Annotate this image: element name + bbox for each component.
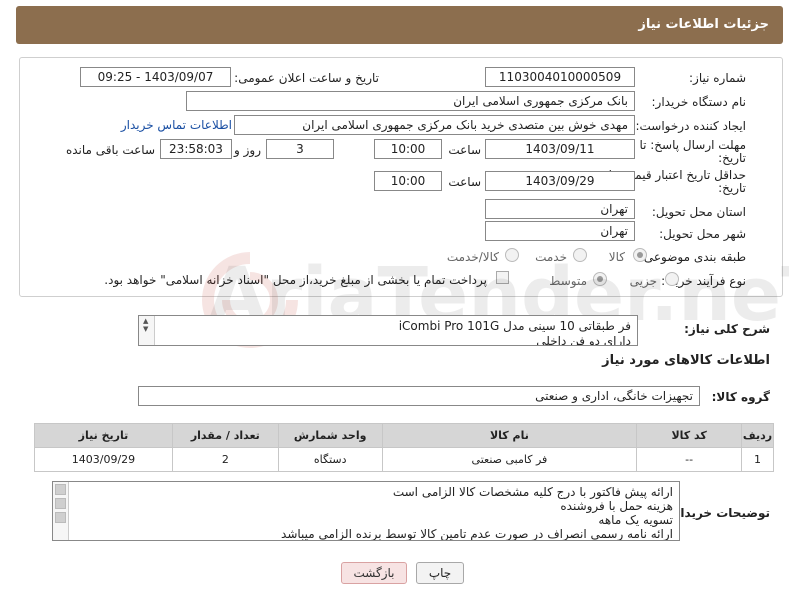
process-partial-radio[interactable] — [665, 272, 679, 286]
validity-time-field[interactable]: 10:00 — [374, 171, 442, 191]
requester-field[interactable]: مهدی خوش بین متصدی خرید بانک مرکزی جمهور… — [234, 115, 635, 135]
reply-deadline-label: مهلت ارسال پاسخ: تا — [639, 138, 746, 152]
city-label: شهر محل تحویل: — [659, 227, 746, 241]
description-label: شرح کلی نیاز: — [684, 322, 770, 336]
buyer-notes-line-2: هزینه حمل با فروشنده — [560, 499, 673, 513]
price-validity-date-label: تاریخ: — [718, 181, 746, 195]
cell-unit: دستگاه — [277, 447, 383, 472]
reply-date-field[interactable]: 1403/09/11 — [485, 139, 635, 159]
page-title: جزئیات اطلاعات نیاز — [638, 17, 769, 32]
cell-goods-name: فر کامبی صنعتی — [381, 447, 638, 472]
goods-table: ردیف کد کالا نام کالا واحد شمارش تعداد /… — [34, 423, 774, 472]
scroll-thumb[interactable] — [55, 498, 66, 509]
category-goods-service-label: کالا/خدمت — [446, 250, 499, 264]
col-goods-name: نام کالا — [381, 423, 638, 448]
time-remaining-field[interactable]: 23:58:03 — [160, 139, 232, 159]
province-label: استان محل تحویل: — [651, 205, 746, 219]
category-service-radio[interactable] — [573, 248, 587, 262]
category-service-label: خدمت — [535, 250, 567, 264]
reply-deadline-date-label: تاریخ: — [718, 151, 746, 165]
process-partial-label: جزیی — [629, 274, 657, 288]
buyer-notes-line-4: ارائه نامه رسمی انصراف در صورت عدم تامین… — [281, 527, 673, 541]
col-need-date: تاریخ نیاز — [34, 423, 173, 448]
cell-quantity: 2 — [171, 447, 279, 472]
buyer-contact-link[interactable]: اطلاعات تماس خریدار — [121, 118, 232, 132]
goods-table-header: ردیف کد کالا نام کالا واحد شمارش تعداد /… — [34, 423, 774, 448]
description-line-1: فر طبقاتی 10 سینی مدل iCombi Pro 101G — [398, 319, 631, 333]
goods-group-label: گروه کالا: — [711, 390, 770, 404]
buyer-notes-label: توضیحات خریدار: — [668, 506, 770, 520]
cell-goods-code: -- — [636, 447, 743, 472]
goods-section-title: اطلاعات کالاهای مورد نیاز — [602, 353, 770, 368]
validity-time-label: ساعت — [448, 175, 481, 189]
col-row-number: ردیف — [741, 423, 774, 448]
category-label: طبقه بندی موضوعی: — [639, 250, 746, 264]
reply-time-field[interactable]: 10:00 — [374, 139, 442, 159]
time-remaining-label: ساعت باقی مانده — [65, 143, 155, 157]
days-remaining-field[interactable]: 3 — [266, 139, 334, 159]
goods-group-field[interactable]: تجهیزات خانگی، اداری و صنعتی — [138, 386, 700, 406]
scroll-down-icon[interactable]: ▼ — [143, 325, 148, 333]
table-row[interactable]: 1 -- فر کامبی صنعتی دستگاه 2 1403/09/29 — [34, 447, 774, 472]
treasury-payment-note: پرداخت تمام یا بخشی از مبلغ خرید،از محل … — [104, 273, 487, 287]
scroll-up-icon[interactable]: ▲ — [143, 317, 148, 325]
back-button[interactable]: بازگشت — [341, 562, 407, 584]
scroll-down-icon[interactable] — [55, 512, 66, 523]
col-unit: واحد شمارش — [277, 423, 383, 448]
buyer-notes-textarea[interactable]: ارائه پیش فاکتور با درج کلیه مشخصات کالا… — [52, 481, 680, 541]
description-line-2: دارای دو فن داخلی — [536, 334, 631, 346]
announce-datetime-field[interactable]: 1403/09/07 - 09:25 — [80, 67, 231, 87]
days-label: روز و — [234, 143, 261, 157]
buyer-org-label: نام دستگاه خریدار: — [651, 95, 747, 109]
scroll-up-icon[interactable] — [55, 484, 66, 495]
category-goods-service-radio[interactable] — [505, 248, 519, 262]
process-medium-radio[interactable] — [593, 272, 607, 286]
city-field[interactable]: تهران — [485, 221, 635, 241]
treasury-payment-checkbox[interactable] — [496, 271, 509, 284]
need-number-label: شماره نیاز: — [689, 71, 746, 85]
description-scrollbar[interactable]: ▲ ▼ — [139, 316, 155, 345]
reply-time-label: ساعت — [448, 143, 481, 157]
province-field[interactable]: تهران — [485, 199, 635, 219]
description-textarea[interactable]: فر طبقاتی 10 سینی مدل iCombi Pro 101G دا… — [138, 315, 638, 346]
col-quantity: تعداد / مقدار — [171, 423, 279, 448]
print-button[interactable]: چاپ — [416, 562, 464, 584]
buyer-notes-scrollbar[interactable] — [53, 482, 69, 540]
validity-date-field[interactable]: 1403/09/29 — [485, 171, 635, 191]
need-number-field[interactable]: 1103004010000509 — [485, 67, 635, 87]
buyer-notes-line-3: تسویه یک ماهه — [598, 513, 673, 527]
page-header: جزئیات اطلاعات نیاز — [16, 6, 783, 44]
category-goods-label: کالا — [608, 250, 625, 264]
cell-need-date: 1403/09/29 — [34, 447, 173, 472]
buyer-notes-line-1: ارائه پیش فاکتور با درج کلیه مشخصات کالا… — [392, 485, 673, 499]
requester-label: ایجاد کننده درخواست: — [635, 119, 746, 133]
category-goods-radio[interactable] — [633, 248, 647, 262]
cell-row-number: 1 — [741, 447, 774, 472]
announce-datetime-label: تاریخ و ساعت اعلان عمومی: — [234, 71, 379, 85]
col-goods-code: کد کالا — [636, 423, 743, 448]
buyer-org-field[interactable]: بانک مرکزی جمهوری اسلامی ایران — [186, 91, 635, 111]
process-medium-label: متوسط — [549, 274, 587, 288]
